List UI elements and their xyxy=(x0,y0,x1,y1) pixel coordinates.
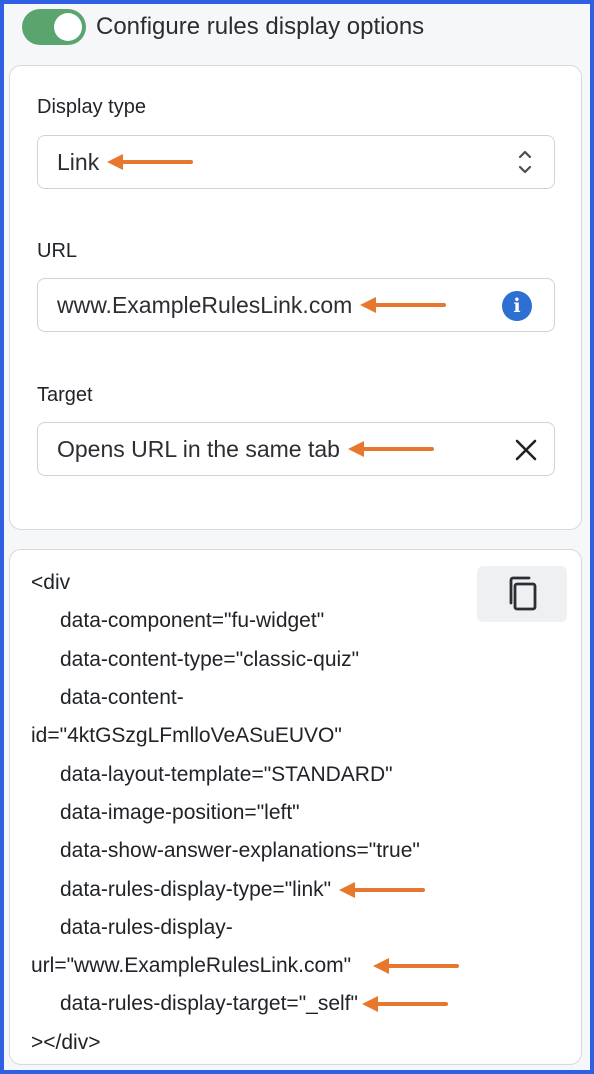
code-line: data-rules-display- xyxy=(60,915,233,939)
code-line: data-image-position="left" xyxy=(60,800,300,824)
embed-code-block: <div data-component="fu-widget" data-con… xyxy=(31,564,460,1062)
arrow-left-icon xyxy=(107,154,194,170)
url-input[interactable]: www.ExampleRulesLink.com i xyxy=(37,278,555,332)
code-line: url="www.ExampleRulesLink.com" xyxy=(31,947,460,985)
toggle-label: Configure rules display options xyxy=(96,13,425,40)
copy-icon xyxy=(509,576,537,611)
target-label: Target xyxy=(37,384,93,406)
arrow-left-icon xyxy=(361,996,448,1013)
rules-settings-card: Display type Link URL www.ExampleRulesLi… xyxy=(9,65,582,530)
code-line: id="4ktGSzgLFmlloVeASuEUVO" xyxy=(31,724,342,748)
url-value: www.ExampleRulesLink.com xyxy=(57,291,353,318)
code-line: data-content-type="classic-quiz" xyxy=(60,647,360,671)
arrow-left-icon xyxy=(373,958,460,975)
display-type-select[interactable]: Link xyxy=(37,135,555,189)
arrow-left-icon xyxy=(360,297,447,313)
url-label: URL xyxy=(37,240,78,262)
code-line: <div xyxy=(31,571,71,595)
info-icon[interactable]: i xyxy=(502,291,532,321)
rules-display-toggle-row: Configure rules display options xyxy=(22,8,424,46)
display-type-value: Link xyxy=(57,148,100,175)
code-line: data-content- xyxy=(60,686,184,710)
embed-code-card: <div data-component="fu-widget" data-con… xyxy=(9,549,582,1065)
code-line: data-rules-display-target="_self" xyxy=(31,985,459,1023)
toggle-knob xyxy=(54,13,82,41)
code-line: data-rules-display-type="link" xyxy=(31,870,459,908)
code-line: ></div> xyxy=(31,1030,101,1054)
arrow-left-icon xyxy=(339,881,426,898)
arrow-left-icon xyxy=(347,441,434,457)
rules-display-toggle[interactable] xyxy=(22,9,86,45)
close-icon[interactable] xyxy=(512,436,540,464)
code-line: data-component="fu-widget" xyxy=(60,609,325,633)
code-line: data-show-answer-explanations="true" xyxy=(60,839,420,863)
code-line: data-layout-template="STANDARD" xyxy=(60,762,393,786)
target-select[interactable]: Opens URL in the same tab xyxy=(37,422,555,476)
chevron-up-down-icon xyxy=(518,150,532,174)
copy-button[interactable] xyxy=(477,566,567,622)
target-value: Opens URL in the same tab xyxy=(57,435,340,462)
display-type-label: Display type xyxy=(37,96,146,118)
